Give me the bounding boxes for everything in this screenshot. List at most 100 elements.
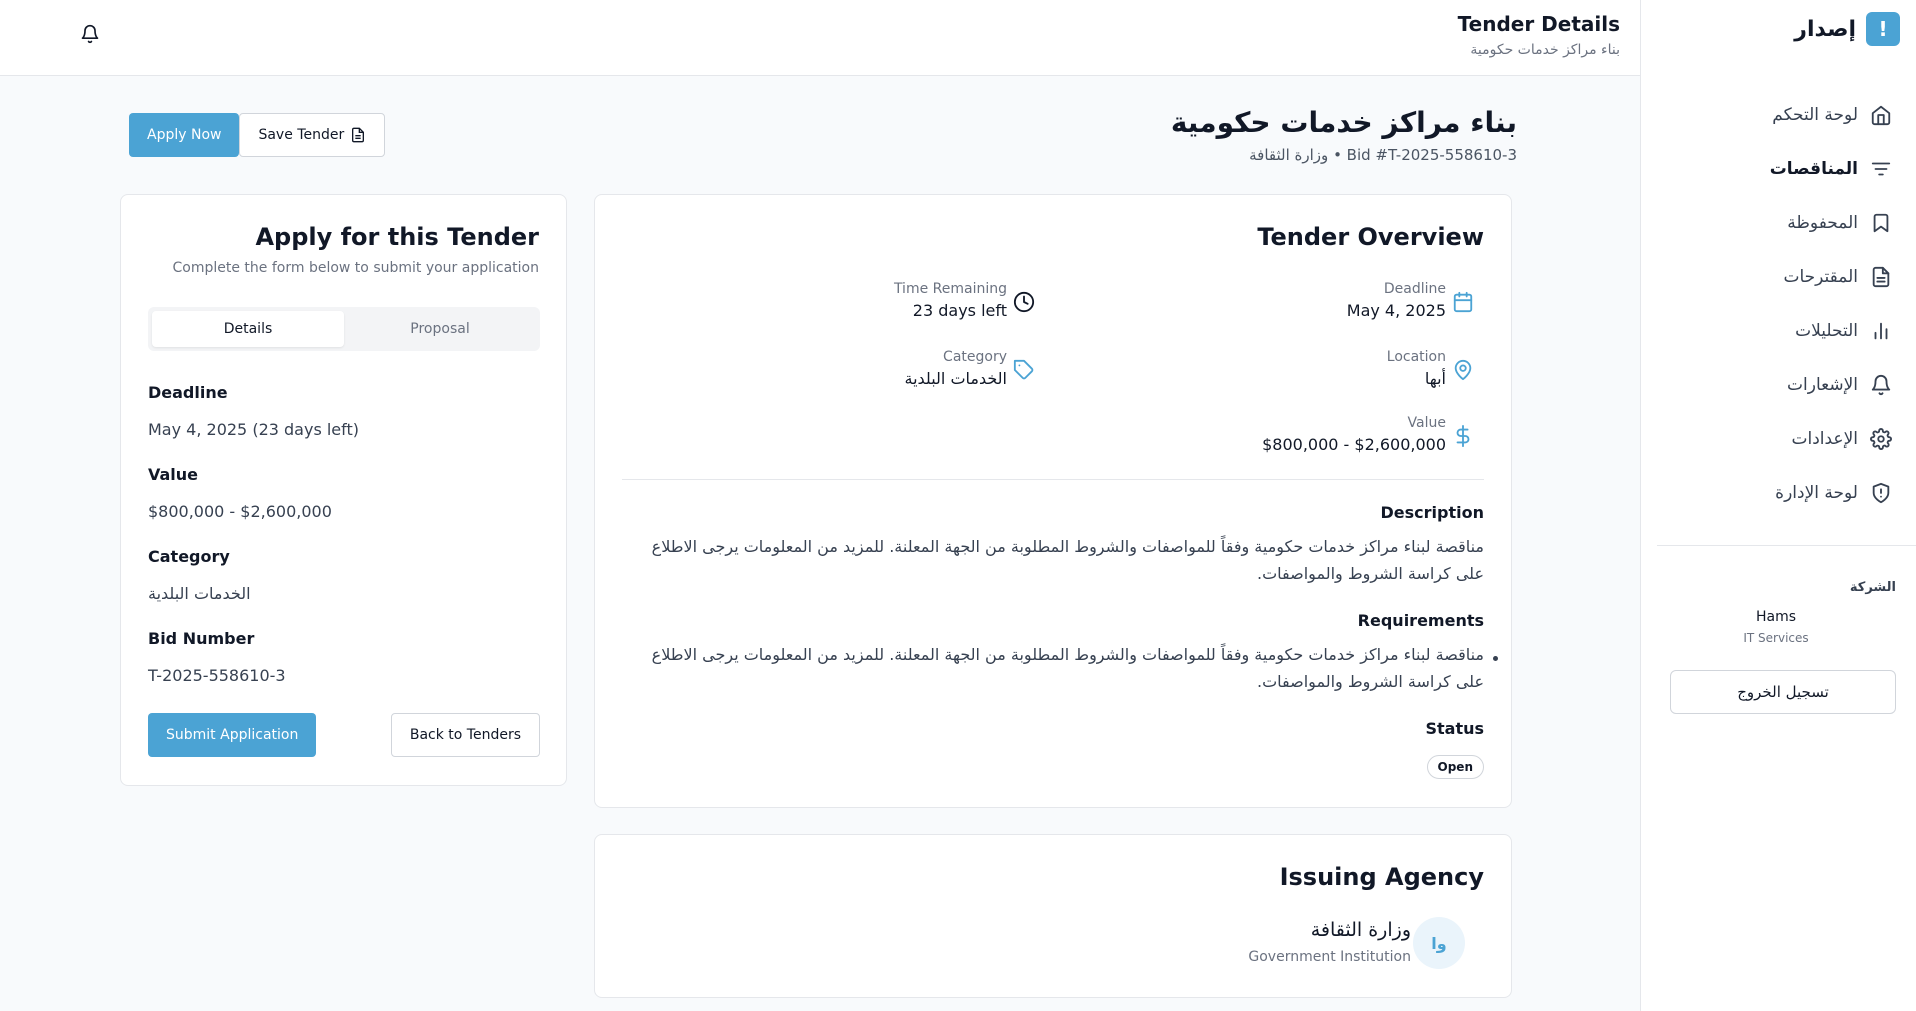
sidebar-item-label: المناقصات xyxy=(1769,159,1858,179)
agency-type: Government Institution xyxy=(1248,949,1411,965)
field-value: T-2025-558610-3 xyxy=(148,666,286,685)
calendar-icon xyxy=(1453,291,1473,313)
back-to-tenders-button[interactable]: Back to Tenders xyxy=(390,713,540,757)
field-value: $800,000 - $2,600,000 xyxy=(148,502,332,521)
time-remaining-value: 23 days left xyxy=(912,301,1007,320)
brand-logo-icon: ! xyxy=(1866,12,1900,46)
sidebar-item-notifications[interactable]: الإشعارات xyxy=(1640,358,1916,412)
sidebar-item-label: المحفوظة xyxy=(1787,213,1858,233)
status-badge: Open xyxy=(1426,755,1484,779)
company-type: IT Services xyxy=(1743,631,1809,645)
avatar: وا xyxy=(1413,917,1465,969)
deadline-field: Deadline May 4, 2025 (23 days left) xyxy=(148,383,359,439)
description-text: مناقصة لبناء مراكز خدمات حكومية وفقاً لل… xyxy=(651,537,1484,583)
deadline-label: Deadline xyxy=(1383,281,1446,297)
logout-button[interactable]: تسجيل الخروج xyxy=(1670,670,1896,714)
company-name: Hams xyxy=(1755,609,1797,625)
field-label: Category xyxy=(148,547,230,566)
company-info: الشركة Hams IT Services xyxy=(1656,580,1896,645)
home-icon xyxy=(1871,105,1891,126)
value-field: Value $800,000 - $2,600,000 xyxy=(148,465,332,521)
save-tender-label: Save Tender xyxy=(258,127,345,143)
bell-icon[interactable] xyxy=(80,24,102,46)
status-title: Status xyxy=(1425,719,1484,738)
file-icon xyxy=(1872,266,1890,288)
apply-tabs: Details Proposal xyxy=(148,307,540,351)
tab-proposal[interactable]: Proposal xyxy=(344,311,536,347)
sidebar-item-label: الإعدادات xyxy=(1791,429,1858,449)
agency-name: وزارة الثقافة xyxy=(1310,919,1411,941)
category-field: Category الخدمات البلدية xyxy=(148,547,251,603)
location-value: أبها xyxy=(1424,369,1446,388)
deadline-value: May 4, 2025 xyxy=(1346,301,1446,320)
submit-application-button[interactable]: Submit Application xyxy=(148,713,317,757)
sidebar-item-proposals[interactable]: المقترحات xyxy=(1640,250,1916,304)
page-actions: Apply Now Save Tender xyxy=(129,113,386,157)
deadline-info: Deadline May 4, 2025 xyxy=(1347,281,1474,320)
apply-title: Apply for this Tender xyxy=(255,223,539,251)
page-title: بناء مراكز خدمات حكومية xyxy=(1170,106,1517,139)
apply-card: Apply for this Tender Complete the form … xyxy=(120,194,567,786)
brand[interactable]: إصدار ! xyxy=(1794,12,1900,46)
sidebar-item-tenders[interactable]: المناقصات xyxy=(1640,142,1916,196)
tag-icon xyxy=(1013,359,1034,380)
value-label: Value xyxy=(1407,415,1446,431)
sidebar-item-admin[interactable]: لوحة الإدارة xyxy=(1640,466,1916,520)
field-value: May 4, 2025 (23 days left) xyxy=(148,420,360,439)
category-value: الخدمات البلدية xyxy=(904,369,1007,388)
requirement-bullet xyxy=(1493,656,1498,661)
apply-buttons: Submit Application Back to Tenders xyxy=(148,713,540,757)
category-label: Category xyxy=(943,349,1007,365)
sidebar-item-dashboard[interactable]: لوحة التحكم xyxy=(1640,88,1916,142)
sidebar-item-label: الإشعارات xyxy=(1787,375,1858,395)
bid-number-field: Bid Number T-2025-558610-3 xyxy=(148,629,286,685)
time-remaining-label: Time Remaining xyxy=(893,281,1007,297)
sidebar-divider xyxy=(1657,545,1916,546)
description-title: Description xyxy=(1380,503,1484,522)
overview-title: Tender Overview xyxy=(1257,223,1484,251)
field-value: الخدمات البلدية xyxy=(148,584,251,603)
sidebar-item-label: لوحة الإدارة xyxy=(1775,483,1858,503)
clock-icon xyxy=(1013,291,1035,313)
apply-subtitle: Complete the form below to submit your a… xyxy=(172,260,539,276)
overview-divider xyxy=(622,479,1484,480)
issuing-agency-card: Issuing Agency وا وزارة الثقافة Governme… xyxy=(594,834,1512,998)
shield-icon xyxy=(1872,482,1890,504)
header-subtitle: بناء مراكز خدمات حكومية xyxy=(1470,42,1620,58)
brand-name: إصدار xyxy=(1794,16,1856,42)
dollar-icon xyxy=(1456,425,1470,447)
page-subtitle: وزارة الثقافة • Bid #T-2025-558610-3 xyxy=(1249,146,1517,164)
company-label: الشركة xyxy=(1849,580,1896,595)
chart-icon xyxy=(1874,322,1888,340)
field-label: Bid Number xyxy=(148,629,255,648)
sidebar-nav: لوحة التحكم المناقصات المحفوظة المقترحات… xyxy=(1640,88,1916,520)
location-label: Location xyxy=(1386,349,1446,365)
sidebar-item-label: المقترحات xyxy=(1783,267,1858,287)
save-tender-button[interactable]: Save Tender xyxy=(239,113,386,157)
requirements-title: Requirements xyxy=(1357,611,1484,630)
sidebar-item-label: لوحة التحكم xyxy=(1772,105,1858,125)
time-remaining-info: Time Remaining 23 days left xyxy=(894,281,1035,320)
sidebar-item-analytics[interactable]: التحليلات xyxy=(1640,304,1916,358)
document-icon xyxy=(352,127,365,143)
requirement-item: مناقصة لبناء مراكز خدمات حكومية وفقاً لل… xyxy=(651,645,1484,691)
value-info: Value $800,000 - $2,600,000 xyxy=(1262,415,1474,454)
category-info: Category الخدمات البلدية xyxy=(904,349,1035,388)
bell-icon xyxy=(1871,375,1891,396)
gear-icon xyxy=(1870,428,1892,450)
sidebar-item-settings[interactable]: الإعدادات xyxy=(1640,412,1916,466)
tab-details[interactable]: Details xyxy=(152,311,344,347)
field-label: Deadline xyxy=(148,383,228,402)
sidebar: إصدار ! لوحة التحكم المناقصات المحفوظة ا… xyxy=(1640,0,1916,1011)
sidebar-item-saved[interactable]: المحفوظة xyxy=(1640,196,1916,250)
top-header: Tender Details بناء مراكز خدمات حكومية xyxy=(0,0,1640,76)
value-value: $800,000 - $2,600,000 xyxy=(1262,435,1446,454)
apply-now-button[interactable]: Apply Now xyxy=(129,113,240,157)
location-info: Location أبها xyxy=(1387,349,1474,388)
filter-icon xyxy=(1871,162,1891,176)
bookmark-icon xyxy=(1873,213,1889,233)
header-title: Tender Details xyxy=(1457,12,1620,36)
agency-title: Issuing Agency xyxy=(1279,863,1484,891)
map-pin-icon xyxy=(1454,359,1472,381)
field-label: Value xyxy=(148,465,199,484)
